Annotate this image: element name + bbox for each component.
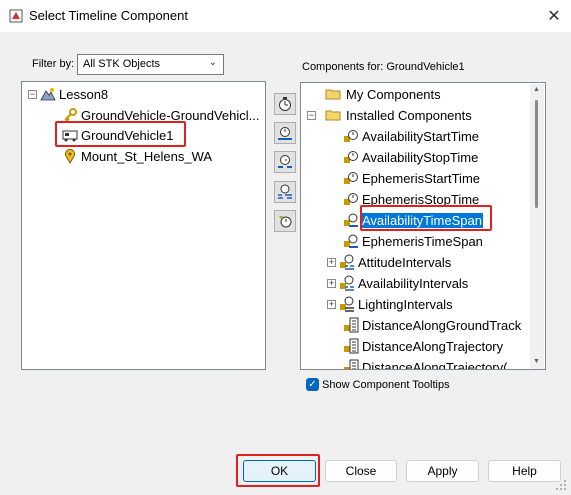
components-scrollbar[interactable]: ▲ ▼ — [530, 84, 544, 369]
tree-item-label: Installed Components — [346, 107, 472, 123]
tree-item-label: AvailabilityIntervals — [358, 275, 469, 291]
window-title: Select Timeline Component — [29, 8, 188, 23]
close-window-button[interactable]: ✕ — [540, 4, 568, 28]
collapse-icon[interactable]: − — [28, 89, 37, 99]
lighting-icon — [339, 296, 355, 312]
tree-item-my-components[interactable]: My Components — [325, 84, 442, 104]
collapse-icon[interactable]: − — [307, 110, 316, 120]
tree-item-ground-vehicle[interactable]: GroundVehicle1 — [62, 125, 175, 145]
expand-icon[interactable]: + — [327, 257, 336, 267]
interval-list-filter-button[interactable] — [274, 181, 296, 203]
component-item[interactable]: EphemerisStopTime — [343, 189, 480, 209]
close-button[interactable]: Close — [325, 460, 397, 482]
component-item-selected[interactable]: AvailabilityTimeSpan — [343, 210, 483, 230]
tree-item-label: LightingIntervals — [358, 296, 453, 312]
access-key-icon — [62, 107, 78, 123]
chevron-down-icon: ⌄ — [208, 57, 217, 68]
ok-button[interactable]: OK — [243, 460, 316, 482]
time-instant-icon — [343, 128, 359, 144]
tree-item-label: GroundVehicle-GroundVehicl... — [81, 107, 260, 123]
filter-label: Filter by: — [32, 58, 75, 70]
tree-item-label: AvailabilityStartTime — [362, 128, 480, 144]
object-tree[interactable]: − Lesson8 GroundVehicle-GroundVehicl... … — [21, 81, 266, 370]
tree-item-label: DistanceAlongGroundTrack — [362, 317, 522, 333]
component-item[interactable]: AvailabilityStopTime — [343, 147, 479, 167]
components-for-label: Components for: GroundVehicle1 — [302, 61, 465, 73]
component-item[interactable]: + AttitudeIntervals — [327, 252, 452, 272]
tree-item-label: GroundVehicle1 — [81, 127, 174, 143]
stopwatch-icon — [279, 97, 291, 111]
time-span-icon — [278, 127, 292, 140]
component-item[interactable]: EphemerisTimeSpan — [343, 231, 484, 251]
stopwatch-icon — [279, 216, 292, 228]
folder-open-icon — [325, 107, 341, 123]
time-span-icon — [343, 212, 359, 228]
tree-item-scenario[interactable]: − Lesson8 — [28, 84, 109, 104]
tooltips-checkbox[interactable]: ✓ — [306, 378, 319, 391]
time-span-filter-button[interactable] — [274, 122, 296, 144]
ground-vehicle-icon — [62, 127, 78, 143]
interval-list-icon — [339, 254, 355, 270]
interval-list-icon — [339, 275, 355, 291]
tree-item-label: DistanceAlongTrajectory — [362, 338, 504, 354]
tree-item-access[interactable]: GroundVehicle-GroundVehicl... — [62, 105, 261, 125]
tree-item-label: Lesson8 — [59, 86, 109, 102]
time-instant-icon — [343, 170, 359, 186]
interval-icon — [278, 155, 292, 168]
scenario-icon — [40, 86, 56, 102]
interval-list-icon — [278, 184, 292, 199]
tree-item-label: AvailabilityStopTime — [362, 149, 479, 165]
time-span-icon — [343, 233, 359, 249]
component-item[interactable]: DistanceAlongTrajectory( — [343, 357, 508, 370]
time-instant-filter-button[interactable] — [274, 93, 296, 115]
tree-item-label: EphemerisStartTime — [362, 170, 480, 186]
component-item[interactable]: EphemerisStartTime — [343, 168, 481, 188]
apply-button[interactable]: Apply — [406, 460, 479, 482]
expand-icon[interactable]: + — [327, 299, 336, 309]
interval-filter-button[interactable] — [274, 151, 296, 173]
calc-scalar-icon — [343, 359, 359, 369]
component-item[interactable]: DistanceAlongTrajectory — [343, 336, 504, 356]
expand-icon[interactable]: + — [327, 278, 336, 288]
time-instant-icon — [343, 191, 359, 207]
resize-grip-icon[interactable] — [555, 479, 567, 491]
tree-item-label: DistanceAlongTrajectory( — [362, 359, 508, 370]
filter-dropdown[interactable]: All STK Objects ⌄ — [77, 54, 224, 75]
scroll-up-icon[interactable]: ▲ — [533, 86, 540, 93]
scroll-down-icon[interactable]: ▼ — [533, 358, 540, 365]
tree-item-label: AvailabilityTimeSpan — [361, 212, 483, 228]
component-item[interactable]: AvailabilityStartTime — [343, 126, 480, 146]
tree-item-label: EphemerisTimeSpan — [362, 233, 483, 249]
tree-item-place[interactable]: Mount_St_Helens_WA — [62, 146, 213, 166]
component-item[interactable]: + AvailabilityIntervals — [327, 273, 469, 293]
tree-item-installed-components[interactable]: − Installed Components — [307, 105, 473, 125]
components-tree[interactable]: My Components − Installed Components Ava… — [300, 82, 546, 370]
tree-item-label: My Components — [346, 86, 441, 102]
folder-icon — [325, 86, 341, 102]
tree-item-label: EphemerisStopTime — [362, 191, 480, 207]
calc-scalar-icon — [343, 338, 359, 354]
calc-scalar-icon — [343, 317, 359, 333]
filter-value: All STK Objects — [83, 58, 161, 70]
tree-item-label: AttitudeIntervals — [358, 254, 452, 270]
help-button[interactable]: Help — [488, 460, 561, 482]
scroll-thumb[interactable] — [535, 100, 538, 208]
time-instant-icon — [343, 149, 359, 165]
place-pin-icon — [62, 148, 78, 164]
component-item[interactable]: DistanceAlongGroundTrack — [343, 315, 522, 335]
component-item[interactable]: + LightingIntervals — [327, 294, 454, 314]
title-bar: Select Timeline Component ✕ — [0, 0, 571, 32]
all-components-filter-button[interactable] — [274, 210, 296, 232]
tooltips-label: Show Component Tooltips — [322, 379, 450, 391]
app-icon — [9, 9, 23, 23]
tree-item-label: Mount_St_Helens_WA — [81, 148, 213, 164]
